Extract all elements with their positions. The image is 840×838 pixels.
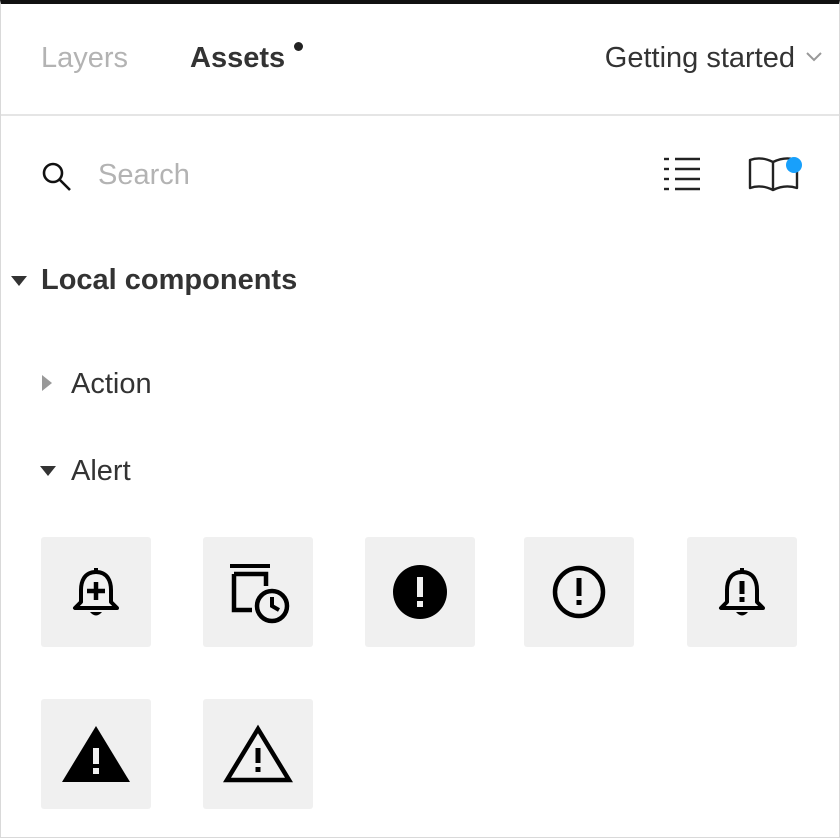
group-alert[interactable]: Alert <box>71 453 131 489</box>
assets-panel: Layers Assets Getting started Local c <box>0 0 840 838</box>
component-tile[interactable] <box>41 699 151 809</box>
error-outline-icon <box>552 565 606 619</box>
panel-header: Layers Assets Getting started <box>1 4 839 116</box>
warning-outline-icon <box>223 724 293 783</box>
search-input[interactable] <box>96 154 620 196</box>
library-badge <box>786 157 802 173</box>
notification-dot <box>294 42 303 51</box>
bell-alert-icon <box>719 568 765 616</box>
page-select[interactable]: Getting started <box>605 40 795 76</box>
search-icon <box>41 161 73 198</box>
list-icon[interactable] <box>663 156 701 197</box>
component-tile[interactable] <box>203 699 313 809</box>
tab-assets[interactable]: Assets <box>190 40 285 76</box>
error-filled-icon <box>393 565 447 619</box>
chevron-down-icon[interactable] <box>805 50 823 68</box>
component-tile[interactable] <box>41 537 151 647</box>
group-action[interactable]: Action <box>71 366 152 402</box>
component-tile[interactable] <box>203 537 313 647</box>
component-tile[interactable] <box>365 537 475 647</box>
warning-filled-icon <box>62 726 130 782</box>
component-tile[interactable] <box>687 537 797 647</box>
caret-right-icon[interactable] <box>41 374 53 397</box>
tab-layers[interactable]: Layers <box>41 40 128 76</box>
component-tile[interactable] <box>524 537 634 647</box>
caret-down-icon[interactable] <box>10 274 28 292</box>
delete-clock-icon <box>230 564 290 624</box>
local-components-heading[interactable]: Local components <box>41 262 297 298</box>
bell-plus-icon <box>73 568 119 616</box>
caret-down-icon[interactable] <box>39 464 57 482</box>
